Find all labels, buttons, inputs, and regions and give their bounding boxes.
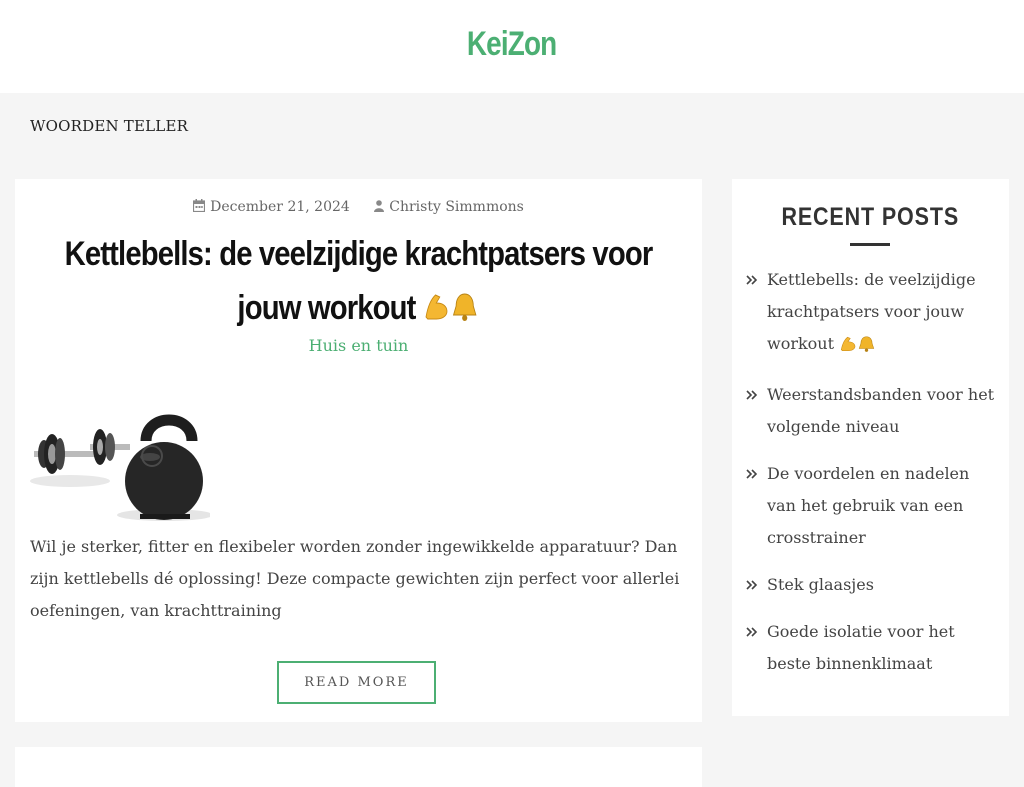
list-item: Weerstandsbanden voor het volgende nivea… — [732, 379, 1009, 443]
recent-post-link[interactable]: Goede isolatie voor het beste binnenklim… — [767, 622, 955, 673]
recent-posts-list: Kettlebells: de veelzijdige krachtpatser… — [732, 264, 1009, 695]
widget-title-text: RECENT POSTS — [781, 203, 960, 231]
next-post-card — [15, 747, 702, 787]
bell-icon — [450, 285, 479, 339]
double-chevron-right-icon — [746, 580, 758, 590]
recent-post-link[interactable]: Weerstandsbanden voor het volgende nivea… — [767, 385, 994, 436]
list-item: Goede isolatie voor het beste binnenklim… — [732, 616, 1009, 680]
post-title[interactable]: Kettlebells: de veelzijdige krachtpatser… — [15, 227, 702, 339]
double-chevron-right-icon — [746, 627, 758, 637]
calendar-icon — [193, 199, 206, 213]
post-thumbnail-image[interactable] — [30, 399, 213, 521]
post-date-text: December 21, 2024 — [210, 199, 350, 215]
post-date[interactable]: December 21, 2024 — [193, 199, 354, 215]
list-item: Kettlebells: de veelzijdige krachtpatser… — [732, 264, 1009, 364]
site-header: KeiZon — [0, 0, 1024, 93]
site-title-link[interactable]: KeiZon — [467, 25, 557, 64]
post-meta: December 21, 2024 Christy Simmmons — [15, 199, 702, 215]
double-chevron-right-icon — [746, 469, 758, 479]
bell-icon — [857, 332, 876, 364]
list-item: De voordelen en nadelen van het gebruik … — [732, 458, 1009, 554]
post-author[interactable]: Christy Simmmons — [374, 199, 524, 215]
post-category-link[interactable]: Huis en tuin — [15, 336, 702, 355]
double-chevron-right-icon — [746, 390, 758, 400]
post-excerpt: Wil je sterker, fitter en flexibeler wor… — [30, 537, 680, 620]
post-author-text: Christy Simmmons — [389, 199, 524, 215]
sidebar-recent-posts: RECENT POSTS Kettlebells: de veelzijdige… — [732, 179, 1009, 716]
post-title-text: Kettlebells: de veelzijdige krachtpatser… — [64, 235, 654, 327]
widget-title: RECENT POSTS — [732, 203, 1009, 232]
widget-title-underline — [850, 243, 890, 246]
read-more-button[interactable]: READ MORE — [277, 661, 436, 704]
flexed-biceps-icon — [423, 285, 451, 339]
double-chevron-right-icon — [746, 275, 758, 285]
list-item: Stek glaasjes — [732, 569, 1009, 601]
recent-post-link[interactable]: Kettlebells: de veelzijdige krachtpatser… — [767, 270, 976, 353]
recent-post-link[interactable]: Stek glaasjes — [767, 575, 874, 594]
recent-post-link[interactable]: De voordelen en nadelen van het gebruik … — [767, 464, 969, 547]
page-heading: WOORDEN TELLER — [30, 117, 189, 135]
post-card: December 21, 2024 Christy Simmmons Kettl… — [15, 179, 702, 722]
user-icon — [374, 200, 385, 212]
flexed-biceps-icon — [839, 332, 857, 364]
